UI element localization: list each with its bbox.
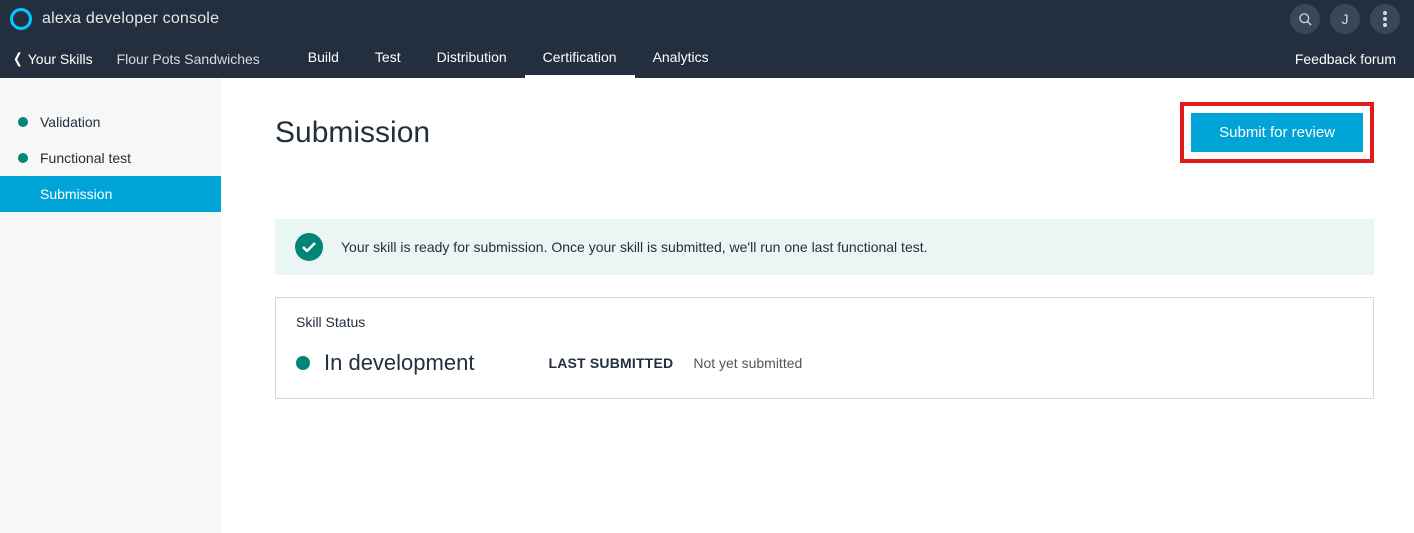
tabs: Build Test Distribution Certification An…: [290, 39, 727, 78]
status-title: Skill Status: [296, 314, 1353, 330]
alert-text: Your skill is ready for submission. Once…: [341, 239, 928, 255]
last-submitted-value: Not yet submitted: [693, 355, 802, 371]
alexa-logo-icon: [10, 8, 32, 30]
more-menu-button[interactable]: [1370, 4, 1400, 34]
avatar-initial: J: [1342, 11, 1349, 27]
body: Validation Functional test Submission Su…: [0, 78, 1414, 533]
tab-certification[interactable]: Certification: [525, 39, 635, 78]
tab-analytics[interactable]: Analytics: [635, 39, 727, 78]
more-vertical-icon: [1383, 11, 1387, 27]
page-title: Submission: [275, 116, 430, 150]
sidebar-item-label: Validation: [40, 114, 100, 130]
tab-build[interactable]: Build: [290, 39, 357, 78]
status-value: In development: [324, 350, 474, 376]
page-head: Submission Submit for review: [275, 102, 1374, 163]
skill-status-card: Skill Status In development LAST SUBMITT…: [275, 297, 1374, 399]
top-header: alexa developer console J: [0, 0, 1414, 38]
sidebar: Validation Functional test Submission: [0, 78, 221, 533]
ready-alert: Your skill is ready for submission. Once…: [275, 219, 1374, 275]
sidebar-item-label: Submission: [40, 186, 112, 202]
main-content: Submission Submit for review Your skill …: [221, 78, 1414, 533]
status-dot-icon: [296, 356, 310, 370]
back-your-skills-link[interactable]: ❮ Your Skills: [12, 39, 117, 78]
submit-highlight-box: Submit for review: [1180, 102, 1374, 163]
sidebar-item-label: Functional test: [40, 150, 131, 166]
check-circle-icon: [295, 233, 323, 261]
search-button[interactable]: [1290, 4, 1320, 34]
status-dot-icon: [18, 153, 28, 163]
avatar-button[interactable]: J: [1330, 4, 1360, 34]
search-icon: [1298, 12, 1313, 27]
status-dot-icon: [18, 117, 28, 127]
skill-name: Flour Pots Sandwiches: [117, 39, 290, 78]
logo-group[interactable]: alexa developer console: [10, 8, 219, 30]
tab-test[interactable]: Test: [357, 39, 419, 78]
top-icons: J: [1290, 4, 1400, 34]
last-submitted-label: LAST SUBMITTED: [548, 355, 673, 371]
sidebar-item-submission[interactable]: Submission: [0, 176, 221, 212]
sidebar-item-functional-test[interactable]: Functional test: [0, 140, 221, 176]
sidebar-item-validation[interactable]: Validation: [0, 104, 221, 140]
chevron-left-icon: ❮: [13, 50, 22, 67]
back-label: Your Skills: [28, 51, 93, 67]
submit-for-review-button[interactable]: Submit for review: [1190, 112, 1364, 153]
feedback-forum-link[interactable]: Feedback forum: [1295, 39, 1396, 78]
console-title: alexa developer console: [42, 10, 219, 28]
sub-nav: ❮ Your Skills Flour Pots Sandwiches Buil…: [0, 38, 1414, 78]
tab-distribution[interactable]: Distribution: [419, 39, 525, 78]
status-row: In development LAST SUBMITTED Not yet su…: [296, 350, 1353, 376]
